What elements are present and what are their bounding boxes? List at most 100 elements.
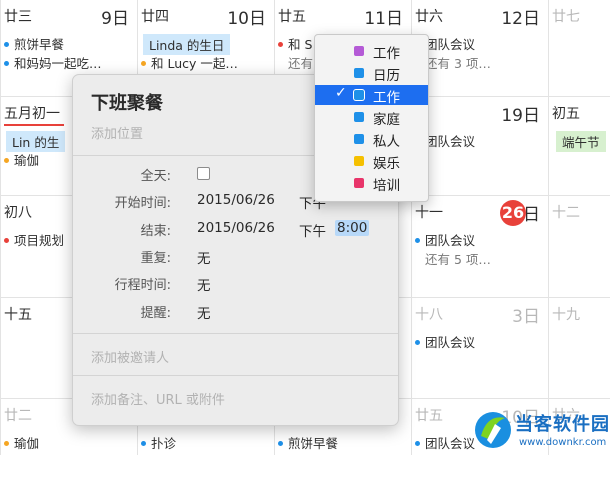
allday-label: 全天: — [140, 169, 171, 184]
event-label: 团队会议 — [425, 134, 476, 149]
event-label: 团队会议 — [425, 37, 476, 52]
alert-select[interactable]: 无 — [197, 302, 211, 322]
event-dot-icon — [141, 441, 146, 446]
repeat-label: 重复: — [140, 251, 171, 266]
day-cell[interactable]: 19日团队会议 — [411, 97, 548, 197]
calendar-color-swatch — [354, 68, 364, 78]
more-events-link[interactable]: 还有 5 项… — [415, 249, 491, 268]
event-label: Lin 的生 — [12, 135, 60, 150]
lunar-date: 廿四 — [141, 9, 169, 25]
event-label: 和妈妈一起吃… — [14, 56, 102, 71]
end-time-field[interactable]: 8:00 — [335, 220, 370, 236]
lunar-date: 十五 — [4, 307, 32, 323]
lunar-date: 十九 — [552, 307, 580, 323]
event-label: 端午节 — [562, 135, 600, 150]
allday-checkbox[interactable] — [197, 167, 210, 184]
event-label: 团队会议 — [425, 335, 476, 350]
event-item[interactable]: 和妈妈一起吃… — [4, 53, 102, 72]
event-dot-icon — [278, 441, 283, 446]
event-item[interactable]: 项目规划 — [4, 230, 64, 249]
calendar-color-swatch — [354, 90, 364, 100]
day-cell[interactable]: 初五端午节 — [548, 97, 610, 197]
lunar-date: 廿二 — [4, 408, 32, 424]
calendar-option[interactable]: 娱乐 — [315, 151, 428, 172]
event-dot-icon — [4, 238, 9, 243]
event-label: 瑜伽 — [14, 436, 40, 451]
lunar-date: 廿五 — [415, 408, 443, 424]
event-item[interactable]: 和 Lucy 一起… — [141, 53, 238, 72]
event-label: 和 Lucy 一起… — [151, 56, 238, 71]
event-item[interactable]: 团队会议 — [415, 230, 475, 249]
today-badge: 26 — [500, 200, 526, 226]
event-dot-icon — [415, 441, 420, 446]
event-label: 还有 3 项… — [425, 56, 491, 71]
lunar-date: 廿三 — [4, 9, 32, 25]
event-item[interactable]: 和 S — [278, 34, 312, 53]
event-item[interactable]: 扑诊 — [141, 433, 176, 452]
calendar-option[interactable]: ✓ 工作 — [315, 85, 428, 106]
day-cell[interactable]: 廿七 — [548, 0, 610, 100]
day-number: 3日 — [512, 307, 540, 327]
calendar-color-swatch — [354, 46, 364, 56]
calendar-option-label: 培训 — [373, 178, 400, 194]
start-date-field[interactable]: 2015/06/26 — [197, 192, 275, 208]
allday-event[interactable]: Linda 的生日 — [143, 34, 231, 55]
alert-label: 提醒: — [140, 306, 171, 321]
allday-event[interactable]: Lin 的生 — [6, 131, 66, 152]
day-number: 19日 — [501, 106, 540, 126]
allday-event[interactable]: 端午节 — [556, 131, 606, 152]
calendar-option-label: 私人 — [373, 134, 400, 150]
more-events-link[interactable]: 还有 — [278, 53, 313, 72]
end-ampm-field[interactable]: 下午 — [299, 220, 326, 240]
travel-row: 行程时间: 无 — [73, 274, 398, 296]
event-dot-icon — [4, 441, 9, 446]
event-dot-icon — [4, 42, 9, 47]
notes-field[interactable]: 添加备注、URL 或附件 — [91, 389, 225, 408]
event-label: 扑诊 — [151, 436, 177, 451]
event-label: 项目规划 — [14, 233, 65, 248]
lunar-date: 廿六 — [415, 9, 443, 25]
event-title[interactable]: 下班聚餐 — [91, 89, 163, 115]
day-cell[interactable]: 十八 3日团队会议 — [411, 298, 548, 398]
day-cell[interactable]: 十一日 26 团队会议 还有 5 项… — [411, 196, 548, 296]
calendar-option-label: 工作 — [373, 46, 400, 62]
event-dot-icon — [4, 158, 9, 163]
day-number: 11日 — [364, 9, 403, 29]
calendar-color-swatch — [354, 178, 364, 188]
alert-row: 提醒: 无 — [73, 302, 398, 324]
event-item[interactable]: 团队会议 — [415, 433, 475, 452]
calendar-chooser-menu: 工作日历 ✓ 工作 家庭私人娱乐培训 — [314, 34, 429, 202]
event-dot-icon — [415, 238, 420, 243]
invitees-field[interactable]: 添加被邀请人 — [91, 347, 169, 366]
lunar-date: 初五 — [552, 106, 580, 122]
lunar-date: 十八 — [415, 307, 443, 323]
end-label: 结束: — [140, 224, 171, 239]
day-cell[interactable]: 廿六 12日 团队会议 还有 3 项… — [411, 0, 548, 100]
repeat-select[interactable]: 无 — [197, 247, 211, 267]
event-item[interactable]: 煎饼早餐 — [278, 433, 338, 452]
travel-label: 行程时间: — [114, 278, 171, 293]
calendar-option[interactable]: 培训 — [315, 173, 428, 194]
calendar-option[interactable]: 工作 — [315, 41, 428, 62]
event-item[interactable]: 煎饼早餐 — [4, 34, 64, 53]
calendar-option[interactable]: 家庭 — [315, 107, 428, 128]
calendar-option-label: 娱乐 — [373, 156, 400, 172]
watermark-title: 当客软件园 — [515, 414, 610, 435]
travel-select[interactable]: 无 — [197, 274, 211, 294]
lunar-date: 廿五 — [278, 9, 306, 25]
event-dot-icon — [278, 42, 283, 47]
lunar-date: 初八 — [4, 205, 32, 221]
calendar-option[interactable]: 私人 — [315, 129, 428, 150]
end-date-field[interactable]: 2015/06/26 — [197, 220, 275, 236]
day-cell[interactable]: 十二 — [548, 196, 610, 296]
divider — [73, 375, 398, 376]
event-item[interactable]: 瑜伽 — [4, 433, 39, 452]
event-item[interactable]: 团队会议 — [415, 332, 475, 351]
calendar-color-swatch — [354, 134, 364, 144]
day-cell[interactable]: 十九 — [548, 298, 610, 398]
calendar-option[interactable]: 日历 — [315, 63, 428, 84]
event-dot-icon — [141, 61, 146, 66]
location-field[interactable]: 添加位置 — [91, 123, 143, 142]
event-item[interactable]: 瑜伽 — [4, 150, 39, 169]
calendar-option-label: 日历 — [373, 68, 400, 84]
